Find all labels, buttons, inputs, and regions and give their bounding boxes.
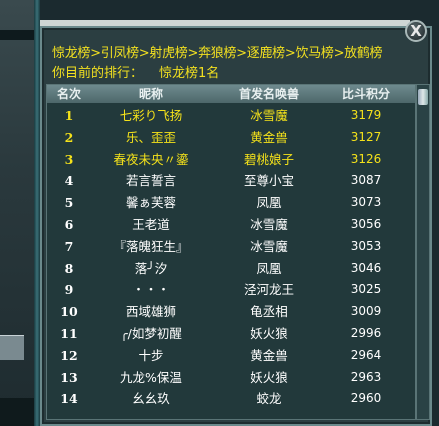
background-game-ui — [0, 0, 40, 426]
table-body: 1 七彩り飞扬 冰雪魔 3179 2 乐、歪歪 黄金兽 3127 3 春夜未央〃鎏 碧桃娘子 3126… — [47, 105, 415, 410]
score-cell: 3073 — [350, 195, 382, 210]
table-row[interactable]: 4 若言誓言 至尊小宝 3087 — [47, 170, 415, 192]
nickname-cell: 王老道 — [132, 216, 170, 232]
table-row[interactable]: 12 十步 黄金兽 2964 — [47, 345, 415, 367]
table-row[interactable]: 5 馨ぁ芙蓉 凤凰 3073 — [47, 192, 415, 214]
score-cell: 3025 — [350, 282, 382, 297]
pet-cell: 泾河龙王 — [243, 282, 294, 298]
bg-slot — [0, 335, 24, 360]
scrollbar-thumb[interactable] — [418, 89, 428, 105]
nickname-cell: 九龙%保温 — [120, 369, 182, 385]
rank-cell: 12 — [60, 347, 78, 363]
nickname-cell: 乐、歪歪 — [125, 129, 176, 145]
score-cell: 2963 — [350, 369, 382, 384]
table-row[interactable]: 9 ・・・ 泾河龙王 3025 — [47, 279, 415, 301]
table-row[interactable]: 7 『落魄狂生』 冰雪魔 3053 — [47, 236, 415, 258]
bg-bar — [0, 30, 36, 40]
nickname-cell: ・・・ — [132, 282, 170, 298]
rank-cell: 2 — [64, 129, 74, 145]
rank-cell: 3 — [64, 151, 74, 167]
score-cell: 3009 — [350, 304, 382, 319]
table-row[interactable]: 6 王老道 冰雪魔 3056 — [47, 214, 415, 236]
pet-cell: 凤凰 — [256, 195, 282, 211]
my-rank-value: 惊龙榜1名 — [159, 66, 220, 81]
nickname-cell: 西域雄狮 — [125, 304, 176, 320]
rank-cell: 14 — [60, 391, 78, 407]
pet-cell: 凤凰 — [256, 260, 282, 276]
table-row[interactable]: 14 幺幺玖 蛟龙 2960 — [47, 388, 415, 410]
pet-cell: 冰雪魔 — [250, 238, 288, 254]
nickname-cell: 七彩り飞扬 — [119, 108, 183, 123]
pet-cell: 蛟龙 — [256, 391, 282, 407]
nickname-cell: 幺幺玖 — [132, 391, 170, 407]
table-row[interactable]: 13 九龙%保温 妖火狼 2963 — [47, 367, 415, 389]
rank-cell: 13 — [60, 369, 78, 385]
table-row[interactable]: 1 七彩り飞扬 冰雪魔 3179 — [47, 105, 415, 127]
pet-cell: 冰雪魔 — [250, 216, 288, 232]
score-cell: 2964 — [350, 347, 382, 362]
table-header: 名次 昵称 首发名唤兽 比斗积分 — [47, 85, 415, 103]
pet-cell: 龟丞相 — [250, 304, 288, 320]
score-cell: 2996 — [350, 325, 382, 340]
pet-cell: 妖火狼 — [250, 325, 288, 341]
column-header-score: 比斗积分 — [341, 87, 390, 101]
column-header-pet: 首发名唤兽 — [238, 87, 299, 101]
my-rank-label: 你目前的排行： — [52, 66, 144, 81]
score-cell: 3087 — [350, 173, 382, 188]
pet-cell: 冰雪魔 — [250, 108, 288, 123]
nickname-cell: ╭/如梦初醒 — [120, 325, 182, 341]
rank-cell: 10 — [60, 304, 78, 320]
rank-cell: 9 — [64, 282, 74, 298]
score-cell: 3126 — [350, 151, 382, 166]
table-row[interactable]: 3 春夜未央〃鎏 碧桃娘子 3126 — [47, 149, 415, 171]
bg-bar — [0, 398, 36, 426]
rank-cell: 8 — [64, 260, 74, 276]
pet-cell: 妖火狼 — [250, 369, 288, 385]
ranking-table: 名次 昵称 首发名唤兽 比斗积分 1 七彩り飞扬 冰雪魔 3179 2 乐、歪歪 黄金兽 31… — [46, 84, 416, 420]
my-rank: 你目前的排行： 惊龙榜1名 — [52, 62, 219, 81]
nickname-cell: 『落魄狂生』 — [113, 238, 189, 254]
pet-cell: 黄金兽 — [250, 347, 288, 363]
score-cell: 3179 — [350, 108, 382, 122]
table-row[interactable]: 11 ╭/如梦初醒 妖火狼 2996 — [47, 323, 415, 345]
table-row[interactable]: 10 西域雄狮 龟丞相 3009 — [47, 301, 415, 323]
score-cell: 3053 — [350, 238, 382, 253]
score-cell: 3056 — [350, 216, 382, 231]
ranking-category-tabs[interactable]: 惊龙榜>引凤榜>射虎榜>奔狼榜>逐鹿榜>饮马榜>放鹤榜 — [52, 42, 383, 61]
nickname-cell: 春夜未央〃鎏 — [113, 151, 189, 167]
rank-cell: 7 — [64, 238, 74, 254]
column-header-nickname: 昵称 — [138, 87, 163, 101]
score-cell: 2960 — [350, 391, 382, 406]
pet-cell: 碧桃娘子 — [243, 151, 294, 167]
pet-cell: 黄金兽 — [250, 129, 288, 145]
table-row[interactable]: 8 落╯汐 凤凰 3046 — [47, 258, 415, 280]
rank-cell: 4 — [64, 173, 74, 189]
column-header-rank: 名次 — [56, 87, 81, 101]
table-row[interactable]: 2 乐、歪歪 黄金兽 3127 — [47, 127, 415, 149]
score-cell: 3127 — [350, 129, 382, 144]
nickname-cell: 十步 — [138, 347, 164, 363]
rank-cell: 6 — [64, 216, 74, 232]
score-cell: 3046 — [350, 260, 382, 275]
nickname-cell: 若言誓言 — [125, 173, 176, 189]
rank-cell: 11 — [60, 325, 78, 341]
rank-cell: 1 — [64, 108, 74, 123]
nickname-cell: 馨ぁ芙蓉 — [125, 195, 176, 211]
ranking-header: 惊龙榜>引凤榜>射虎榜>奔狼榜>逐鹿榜>饮马榜>放鹤榜 你目前的排行： 惊龙榜1名 — [44, 38, 432, 82]
pet-cell: 至尊小宝 — [243, 173, 294, 189]
scrollbar[interactable] — [416, 84, 430, 420]
rank-cell: 5 — [64, 195, 74, 211]
nickname-cell: 落╯汐 — [134, 260, 168, 276]
